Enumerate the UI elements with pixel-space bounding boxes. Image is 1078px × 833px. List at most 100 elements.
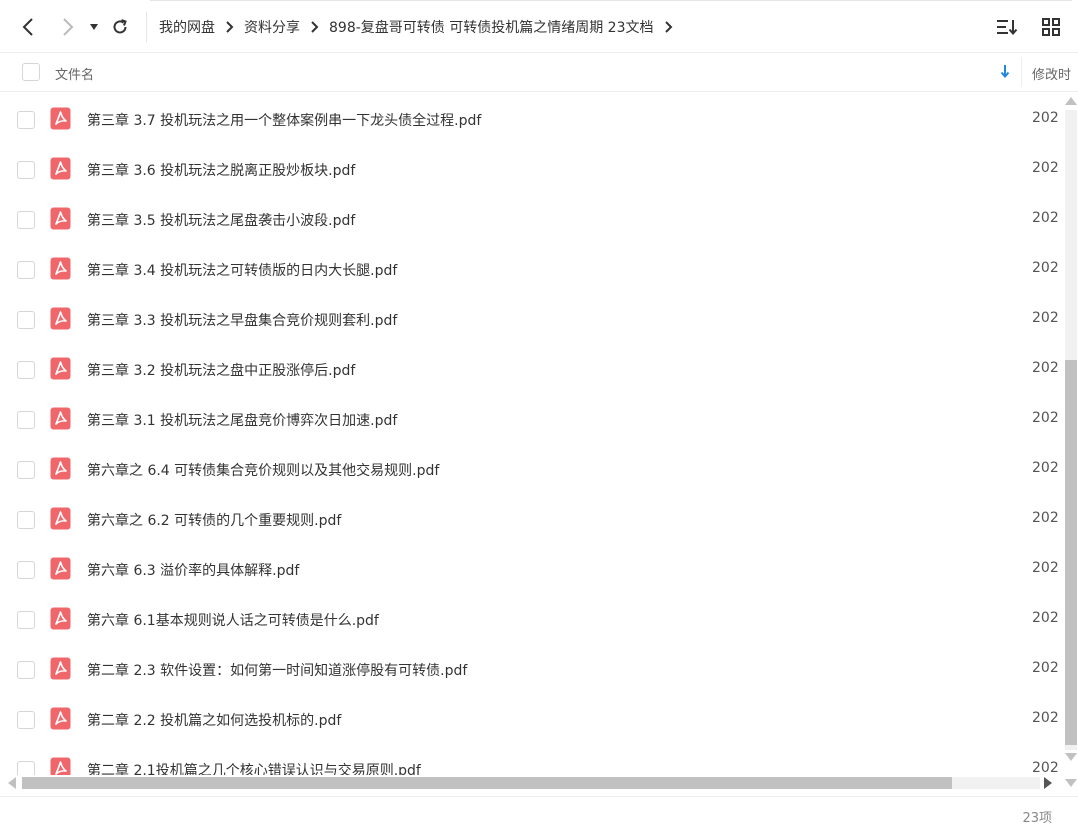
file-modified-date: 202 (1032, 110, 1059, 126)
file-row[interactable]: 第三章 3.4 投机玩法之可转债版的日内大长腿.pdf 202 (0, 245, 1062, 295)
file-checkbox[interactable] (17, 161, 35, 179)
file-name[interactable]: 第三章 3.4 投机玩法之可转债版的日内大长腿.pdf (87, 260, 397, 280)
file-row[interactable]: 第二章 2.1投机篇之几个核心错误认识与交易原则.pdf 202 (0, 745, 1062, 775)
file-modified-date: 202 (1032, 710, 1059, 726)
file-checkbox[interactable] (17, 111, 35, 129)
horizontal-scroll-thumb[interactable] (22, 777, 952, 789)
chevron-right-icon[interactable] (664, 21, 673, 33)
file-name[interactable]: 第六章之 6.4 可转债集合竞价规则以及其他交易规则.pdf (87, 460, 439, 480)
pdf-file-icon (50, 457, 71, 480)
file-row[interactable]: 第三章 3.3 投机玩法之早盘集合竞价规则套利.pdf 202 (0, 295, 1062, 345)
chevron-left-icon (22, 18, 33, 36)
pdf-file-icon (50, 407, 71, 430)
caret-down-icon (90, 24, 98, 30)
file-checkbox[interactable] (17, 211, 35, 229)
horizontal-scrollbar[interactable] (6, 775, 1056, 791)
file-checkbox[interactable] (17, 661, 35, 679)
file-name[interactable]: 第三章 3.6 投机玩法之脱离正股炒板块.pdf (87, 160, 355, 180)
file-row[interactable]: 第六章 6.3 溢价率的具体解释.pdf 202 (0, 545, 1062, 595)
history-dropdown-button[interactable] (84, 11, 104, 43)
file-row[interactable]: 第六章之 6.4 可转债集合竞价规则以及其他交易规则.pdf 202 (0, 445, 1062, 495)
file-modified-date: 202 (1032, 460, 1059, 476)
breadcrumb: 我的网盘 资料分享 898-复盘哥可转债 可转债投机篇之情绪周期 23文档 (159, 17, 683, 37)
breadcrumb-item[interactable]: 898-复盘哥可转债 可转债投机篇之情绪周期 23文档 (329, 17, 654, 37)
top-divider (150, 0, 1072, 3)
scroll-up-arrow-icon[interactable] (1065, 97, 1077, 105)
file-row[interactable]: 第三章 3.5 投机玩法之尾盘袭击小波段.pdf 202 (0, 195, 1062, 245)
pdf-file-icon (50, 707, 71, 730)
back-button[interactable] (12, 11, 44, 43)
file-checkbox[interactable] (17, 461, 35, 479)
file-checkbox[interactable] (17, 411, 35, 429)
file-checkbox[interactable] (17, 361, 35, 379)
file-checkbox[interactable] (17, 711, 35, 729)
file-modified-date: 202 (1032, 160, 1059, 176)
file-name[interactable]: 第三章 3.7 投机玩法之用一个整体案例串一下龙头债全过程.pdf (87, 110, 481, 130)
column-divider[interactable] (1021, 57, 1022, 87)
file-checkbox[interactable] (17, 561, 35, 579)
column-name-header[interactable]: 文件名 (55, 64, 94, 83)
file-modified-date: 202 (1032, 610, 1059, 626)
file-modified-date: 202 (1032, 360, 1059, 376)
file-modified-date: 202 (1032, 210, 1059, 226)
vertical-scroll-thumb[interactable] (1065, 360, 1077, 745)
toolbar-separator (146, 12, 147, 42)
file-row[interactable]: 第三章 3.6 投机玩法之脱离正股炒板块.pdf 202 (0, 145, 1062, 195)
file-name[interactable]: 第六章之 6.2 可转债的几个重要规则.pdf (87, 510, 341, 530)
file-row[interactable]: 第三章 3.1 投机玩法之尾盘竞价博弈次日加速.pdf 202 (0, 395, 1062, 445)
file-checkbox[interactable] (17, 261, 35, 279)
file-row[interactable]: 第六章之 6.2 可转债的几个重要规则.pdf 202 (0, 495, 1062, 545)
file-row[interactable]: 第三章 3.7 投机玩法之用一个整体案例串一下龙头债全过程.pdf 202 (0, 95, 1062, 145)
file-row[interactable]: 第六章 6.1基本规则说人话之可转债是什么.pdf 202 (0, 595, 1062, 645)
scroll-down-arrow-icon[interactable] (1065, 753, 1077, 761)
scroll-right-arrow-icon[interactable] (1044, 777, 1052, 789)
scroll-down-arrow-icon[interactable] (1065, 779, 1077, 787)
file-name[interactable]: 第三章 3.1 投机玩法之尾盘竞价博弈次日加速.pdf (87, 410, 397, 430)
file-name[interactable]: 第二章 2.1投机篇之几个核心错误认识与交易原则.pdf (87, 760, 421, 775)
file-row[interactable]: 第三章 3.2 投机玩法之盘中正股涨停后.pdf 202 (0, 345, 1062, 395)
forward-button[interactable] (52, 11, 84, 43)
pdf-file-icon (50, 357, 71, 380)
refresh-button[interactable] (104, 11, 136, 43)
file-modified-date: 202 (1032, 560, 1059, 576)
column-modified-header[interactable]: 修改时 (1032, 64, 1071, 83)
sort-arrow-down-icon[interactable] (1000, 63, 1010, 82)
vertical-scrollbar[interactable] (1063, 95, 1078, 787)
file-checkbox[interactable] (17, 311, 35, 329)
breadcrumb-item[interactable]: 我的网盘 (159, 17, 215, 37)
file-name[interactable]: 第六章 6.3 溢价率的具体解释.pdf (87, 560, 299, 580)
pdf-file-icon (50, 157, 71, 180)
file-name[interactable]: 第六章 6.1基本规则说人话之可转债是什么.pdf (87, 610, 379, 630)
refresh-icon (113, 19, 127, 34)
file-modified-date: 202 (1032, 260, 1059, 276)
file-name[interactable]: 第二章 2.3 软件设置：如何第一时间知道涨停股有可转债.pdf (87, 660, 467, 680)
file-checkbox[interactable] (17, 611, 35, 629)
sort-button[interactable] (992, 12, 1022, 42)
file-name[interactable]: 第二章 2.2 投机篇之如何选投机标的.pdf (87, 710, 341, 730)
file-name[interactable]: 第三章 3.2 投机玩法之盘中正股涨停后.pdf (87, 360, 355, 380)
file-row[interactable]: 第二章 2.2 投机篇之如何选投机标的.pdf 202 (0, 695, 1062, 745)
file-modified-date: 202 (1032, 310, 1059, 326)
breadcrumb-item[interactable]: 资料分享 (244, 17, 300, 37)
scroll-left-arrow-icon[interactable] (8, 777, 16, 789)
file-modified-date: 202 (1032, 410, 1059, 426)
file-checkbox[interactable] (17, 761, 35, 775)
select-all-checkbox[interactable] (22, 63, 40, 81)
file-checkbox[interactable] (17, 511, 35, 529)
sort-icon (997, 20, 1018, 36)
chevron-right-icon (310, 21, 319, 33)
item-count: 23项 (1022, 811, 1052, 826)
pdf-file-icon (50, 107, 71, 130)
pdf-file-icon (50, 207, 71, 230)
file-list: 第三章 3.7 投机玩法之用一个整体案例串一下龙头债全过程.pdf 202 第三章 … (0, 95, 1062, 775)
file-modified-date: 202 (1032, 510, 1059, 526)
grid-view-button[interactable] (1036, 12, 1066, 42)
chevron-right-icon (225, 21, 234, 33)
pdf-file-icon (50, 657, 71, 680)
file-name[interactable]: 第三章 3.5 投机玩法之尾盘袭击小波段.pdf (87, 210, 355, 230)
file-modified-date: 202 (1032, 760, 1059, 775)
pdf-file-icon (50, 557, 71, 580)
chevron-right-icon (63, 18, 74, 36)
file-name[interactable]: 第三章 3.3 投机玩法之早盘集合竞价规则套利.pdf (87, 310, 397, 330)
file-row[interactable]: 第二章 2.3 软件设置：如何第一时间知道涨停股有可转债.pdf 202 (0, 645, 1062, 695)
